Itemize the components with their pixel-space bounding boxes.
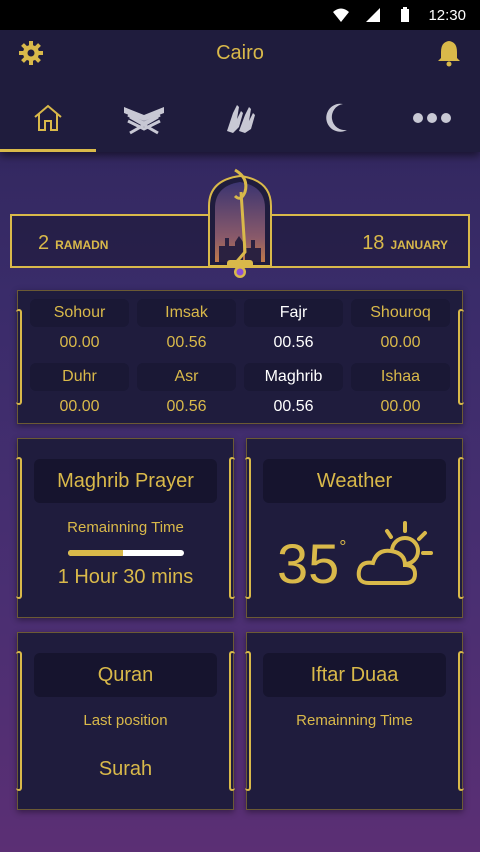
prayer-times-card: Sohour 00.00 Imsak 00.56 Fajr 00.56 Shouroq 00.… [16, 290, 464, 424]
prayer-time-cell: Asr 00.56 [133, 363, 240, 423]
app-header: Cairo [0, 30, 480, 152]
temperature: 35° [277, 531, 347, 596]
signal-icon [364, 6, 382, 24]
tab-ramadan[interactable] [288, 88, 384, 152]
status-time: 12:30 [428, 6, 466, 24]
temperature-unit: ° [339, 537, 347, 557]
last-position-label: Last position [83, 712, 168, 729]
remaining-progress-bar [68, 550, 184, 556]
tab-more[interactable] [384, 88, 480, 152]
prayer-time: 00.56 [166, 398, 207, 415]
prayer-time: 00.56 [166, 334, 207, 351]
iftar-remaining-label: Remainning Time [296, 712, 413, 729]
prayer-time-cell: Duhr 00.00 [26, 363, 133, 423]
tab-quran[interactable] [96, 88, 192, 152]
city-title[interactable]: Cairo [46, 42, 434, 65]
quran-card[interactable]: Quran Last position Surah [16, 632, 235, 810]
card-ornament [458, 309, 464, 405]
card-ornament [245, 457, 251, 599]
prayer-time-cell: Shouroq 00.00 [347, 299, 454, 359]
remaining-progress-fill [68, 550, 123, 556]
prayer-name: Ishaa [351, 363, 450, 391]
prayer-time-cell: Imsak 00.56 [133, 299, 240, 359]
next-prayer-card[interactable]: Maghrib Prayer Remainning Time 1 Hour 30… [16, 438, 235, 618]
prayer-time-cell: Ishaa 00.00 [347, 363, 454, 423]
lantern-arch-icon [205, 166, 275, 280]
status-bar: 12:30 [0, 0, 480, 30]
weather-title: Weather [263, 459, 446, 503]
hijri-month: RAMADN [55, 238, 109, 252]
prayer-times-grid: Sohour 00.00 Imsak 00.56 Fajr 00.56 Shouroq 00.… [26, 299, 454, 423]
prayer-time: 00.00 [380, 398, 421, 415]
next-prayer-title: Maghrib Prayer [34, 459, 217, 503]
remaining-label: Remainning Time [67, 519, 184, 536]
quran-title: Quran [34, 653, 217, 697]
prayer-time: 00.56 [273, 334, 314, 351]
prayer-name: Fajr [244, 299, 343, 327]
home-icon [32, 103, 64, 138]
prayer-time-cell: Fajr 00.56 [240, 299, 347, 359]
quran-icon [122, 101, 166, 140]
gregorian-day: 18 [362, 232, 385, 254]
gregorian-date: 18 JANUARY [362, 232, 448, 255]
iftar-duaa-card[interactable]: Iftar Duaa Remainning Time [245, 632, 464, 810]
wifi-icon [332, 6, 350, 24]
bell-icon[interactable] [434, 38, 464, 68]
prayer-time: 00.00 [380, 334, 421, 351]
prayer-name: Shouroq [351, 299, 450, 327]
prayer-time-cell: Sohour 00.00 [26, 299, 133, 359]
hijri-day: 2 [38, 232, 50, 254]
battery-icon [396, 6, 414, 24]
hijri-date: 2 RAMADN [38, 232, 108, 255]
card-ornament [16, 309, 22, 405]
remaining-time: 1 Hour 30 mins [57, 566, 194, 588]
dua-hands-icon [223, 101, 257, 140]
prayer-time: 00.00 [59, 398, 100, 415]
more-icon [412, 111, 452, 129]
prayer-name: Sohour [30, 299, 129, 327]
temperature-value: 35 [277, 532, 340, 595]
crescent-icon [321, 102, 351, 139]
last-position-value: Surah [98, 758, 153, 780]
gregorian-month: JANUARY [390, 238, 448, 252]
prayer-name: Asr [137, 363, 236, 391]
tab-dua[interactable] [192, 88, 288, 152]
prayer-time-cell: Maghrib 00.56 [240, 363, 347, 423]
gear-icon[interactable] [16, 38, 46, 68]
prayer-name: Maghrib [244, 363, 343, 391]
main-tabs [0, 88, 480, 152]
card-ornament [458, 457, 464, 599]
weather-card[interactable]: Weather 35° [245, 438, 464, 618]
prayer-time: 00.56 [273, 398, 314, 415]
prayer-name: Imsak [137, 299, 236, 327]
prayer-time: 00.00 [59, 334, 100, 351]
tab-home[interactable] [0, 88, 96, 152]
iftar-title: Iftar Duaa [263, 653, 446, 697]
partly-cloudy-icon [355, 519, 435, 596]
prayer-name: Duhr [30, 363, 129, 391]
